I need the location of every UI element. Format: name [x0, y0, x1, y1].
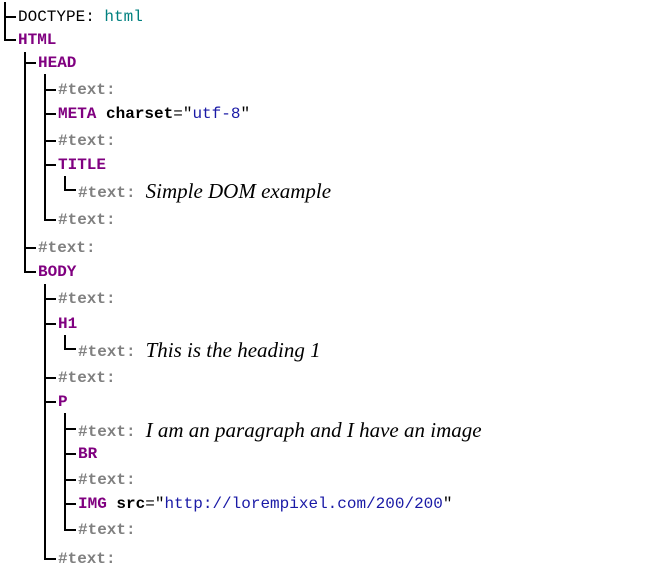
element-name: META: [58, 105, 97, 123]
text-node-content: #text: This is the heading 1: [78, 339, 321, 362]
dom-tree: DOCTYPE: html HTML HEAD #text: META char…: [0, 0, 660, 574]
element-name: IMG: [78, 495, 107, 513]
text-node-label: #text:: [78, 343, 136, 361]
text-value: I am an paragraph and I have an image: [145, 418, 482, 442]
attribute-equals: =": [173, 105, 193, 123]
tree-branch: [44, 323, 56, 325]
tree-branch: [64, 529, 76, 531]
text-node-label: #text:: [58, 132, 116, 150]
text-node-label: #text:: [78, 521, 136, 539]
doctype-label: DOCTYPE: html: [18, 7, 143, 27]
tree-branch: [64, 428, 76, 430]
tree-branch: [64, 503, 76, 505]
tree-line: [44, 284, 46, 558]
tree-branch: [44, 89, 56, 91]
attribute-equals: =": [145, 495, 165, 513]
img-label: IMG src="http://lorempixel.com/200/200": [78, 494, 453, 514]
element-name: BR: [78, 445, 98, 463]
element-name: H1: [58, 315, 78, 333]
tree-branch: [44, 164, 56, 166]
tree-branch: [64, 453, 76, 455]
text-value: This is the heading 1: [145, 338, 321, 362]
tree-branch: [44, 558, 56, 560]
text-node-content: #text: I am an paragraph and I have an im…: [78, 419, 482, 442]
tree-branch: [64, 479, 76, 481]
text-node-label: #text:: [78, 471, 136, 489]
element-name: BODY: [38, 263, 77, 281]
tree-line: [64, 413, 66, 529]
tree-branch: [64, 189, 76, 191]
tree-branch: [44, 219, 56, 221]
attribute-quote: ": [442, 495, 453, 513]
tree-branch: [4, 16, 16, 18]
tree-line: [24, 52, 26, 271]
text-value: Simple DOM example: [145, 179, 332, 203]
tree-branch: [24, 62, 36, 64]
attribute-name: src: [116, 495, 146, 513]
tree-branch: [24, 247, 36, 249]
tree-branch: [24, 271, 36, 273]
text-node-label: #text:: [58, 81, 116, 99]
doctype-key: DOCTYPE:: [18, 8, 95, 26]
element-name: TITLE: [58, 156, 107, 174]
tree-line: [64, 335, 66, 348]
meta-label: META charset="utf-8": [58, 104, 250, 124]
tree-branch: [44, 401, 56, 403]
tree-branch: [44, 113, 56, 115]
text-node-label: #text:: [58, 369, 116, 387]
tree-line: [44, 74, 46, 219]
text-node-label: #text:: [58, 550, 116, 568]
element-name: HTML: [18, 31, 57, 49]
text-node-label: #text:: [38, 239, 96, 257]
tree-branch: [64, 348, 76, 350]
tree-line: [64, 176, 66, 189]
element-name: P: [58, 393, 68, 411]
text-node-content: #text: Simple DOM example: [78, 180, 331, 203]
element-name: HEAD: [38, 54, 77, 72]
attribute-name: charset: [106, 105, 174, 123]
doctype-value: html: [104, 8, 143, 26]
tree-branch: [4, 39, 16, 41]
attribute-quote: ": [240, 105, 251, 123]
text-node-label: #text:: [58, 290, 116, 308]
tree-branch: [44, 377, 56, 379]
attribute-value: http://lorempixel.com/200/200: [164, 495, 443, 513]
attribute-value: utf-8: [192, 105, 241, 123]
text-node-label: #text:: [58, 211, 116, 229]
text-node-label: #text:: [78, 423, 136, 441]
tree-branch: [44, 140, 56, 142]
tree-line: [4, 2, 6, 40]
text-node-label: #text:: [78, 184, 136, 202]
tree-branch: [44, 298, 56, 300]
